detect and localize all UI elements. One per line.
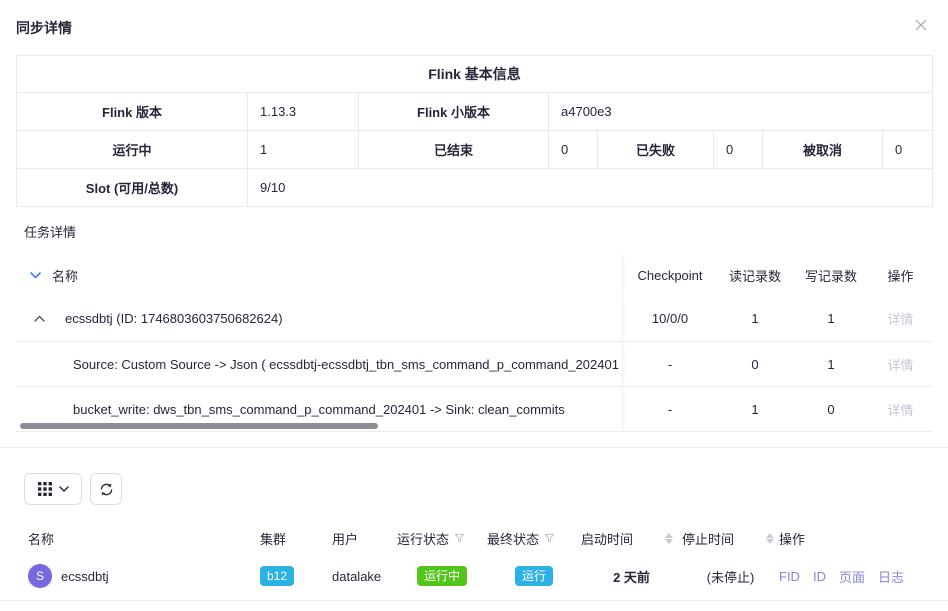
task-row: Source: Custom Source -> Json ( ecssdbtj… — [16, 341, 932, 386]
action-link-fid[interactable]: FID — [779, 569, 800, 584]
task-name: ecssdbtj (ID: 1746803603750682624) — [65, 311, 283, 326]
detail-link[interactable]: 详情 — [887, 309, 913, 328]
task-table-header-row: 名称 Checkpoint 读记录数 写记录数 操作 — [16, 254, 932, 296]
run-status-badge: 运行中 — [417, 566, 467, 586]
close-icon — [914, 18, 928, 32]
cancelled-label: 被取消 — [763, 131, 883, 169]
finished-label: 已结束 — [359, 131, 549, 169]
task-write-count: 1 — [793, 296, 869, 341]
divider — [0, 447, 948, 448]
slot-label: Slot (可用/总数) — [17, 169, 248, 207]
sorter-icon[interactable] — [665, 533, 673, 544]
job-user: datalake — [332, 569, 397, 584]
col-cluster: 集群 — [260, 529, 332, 548]
chevron-down-icon — [59, 486, 69, 492]
flink-info-title: Flink 基本信息 — [17, 56, 933, 93]
running-label: 运行中 — [17, 131, 248, 169]
task-read-count: 0 — [717, 342, 793, 386]
modal-header: 同步详情 — [0, 0, 948, 46]
sorter-icon[interactable] — [766, 533, 774, 544]
detail-link[interactable]: 详情 — [887, 355, 913, 374]
task-row: ecssdbtj (ID: 1746803603750682624) 10/0/… — [16, 296, 932, 341]
chevron-up-icon[interactable] — [34, 315, 45, 322]
job-row: S ecssdbtj b12 datalake 运行中 运行 2 天前 (未停止… — [0, 552, 948, 601]
col-operation: 操作 — [779, 529, 930, 548]
col-write-records: 写记录数 — [793, 254, 869, 296]
task-checkpoint: - — [623, 342, 717, 386]
col-read-records: 读记录数 — [717, 254, 793, 296]
chevron-down-icon[interactable] — [30, 272, 41, 279]
flink-version-value: 1.13.3 — [248, 93, 359, 131]
slot-value: 9/10 — [248, 169, 933, 207]
task-details-table: 名称 Checkpoint 读记录数 写记录数 操作 ecssdbtj (ID:… — [16, 254, 932, 432]
jobs-table: 名称 集群 用户 运行状态 最终状态 启动时间 停止时间 — [0, 524, 948, 601]
flink-minor-version-value: a4700e3 — [549, 93, 933, 131]
task-name: Source: Custom Source -> Json ( ecssdbtj… — [73, 357, 623, 372]
modal-title: 同步详情 — [16, 20, 72, 36]
running-value: 1 — [248, 131, 359, 169]
grid-icon — [38, 482, 52, 496]
detail-link[interactable]: 详情 — [887, 400, 913, 419]
task-checkpoint: - — [623, 387, 717, 431]
cancelled-value: 0 — [883, 131, 933, 169]
flink-info-table: Flink 基本信息 Flink 版本 1.13.3 Flink 小版本 a47… — [16, 55, 933, 207]
filter-icon[interactable] — [544, 533, 555, 544]
toolbar — [24, 473, 948, 505]
avatar: S — [28, 564, 52, 588]
task-write-count: 0 — [793, 387, 869, 431]
col-name: 名称 — [28, 529, 260, 548]
col-name: 名称 — [52, 266, 78, 285]
action-link-id[interactable]: ID — [813, 569, 826, 584]
task-name: bucket_write: dws_tbn_sms_command_p_comm… — [73, 402, 565, 417]
col-user: 用户 — [332, 529, 397, 548]
action-link-page[interactable]: 页面 — [839, 567, 865, 586]
finished-value: 0 — [549, 131, 598, 169]
failed-label: 已失败 — [598, 131, 714, 169]
close-button[interactable] — [912, 16, 930, 34]
col-start-time: 启动时间 — [581, 529, 633, 548]
failed-value: 0 — [714, 131, 763, 169]
refresh-button[interactable] — [90, 473, 122, 505]
task-write-count: 1 — [793, 342, 869, 386]
task-checkpoint: 10/0/0 — [623, 296, 717, 341]
job-stop-time: (未停止) — [682, 567, 779, 586]
column-settings-button[interactable] — [24, 473, 82, 505]
task-read-count: 1 — [717, 387, 793, 431]
task-details-section-title: 任务详情 — [24, 222, 948, 241]
flink-version-label: Flink 版本 — [17, 93, 248, 131]
col-checkpoint: Checkpoint — [623, 254, 717, 296]
final-status-badge: 运行 — [515, 566, 553, 586]
cluster-badge: b12 — [260, 566, 294, 586]
horizontal-scrollbar[interactable] — [20, 423, 378, 429]
refresh-icon — [99, 482, 114, 497]
col-operation: 操作 — [869, 254, 932, 296]
job-name: ecssdbtj — [61, 569, 109, 584]
col-stop-time: 停止时间 — [682, 529, 734, 548]
task-read-count: 1 — [717, 296, 793, 341]
flink-minor-version-label: Flink 小版本 — [359, 93, 549, 131]
jobs-table-header-row: 名称 集群 用户 运行状态 最终状态 启动时间 停止时间 — [0, 524, 948, 552]
action-link-log[interactable]: 日志 — [878, 567, 904, 586]
job-start-time: 2 天前 — [581, 567, 682, 586]
col-run-status: 运行状态 — [397, 529, 449, 548]
filter-icon[interactable] — [454, 533, 465, 544]
col-final-status: 最终状态 — [487, 529, 539, 548]
